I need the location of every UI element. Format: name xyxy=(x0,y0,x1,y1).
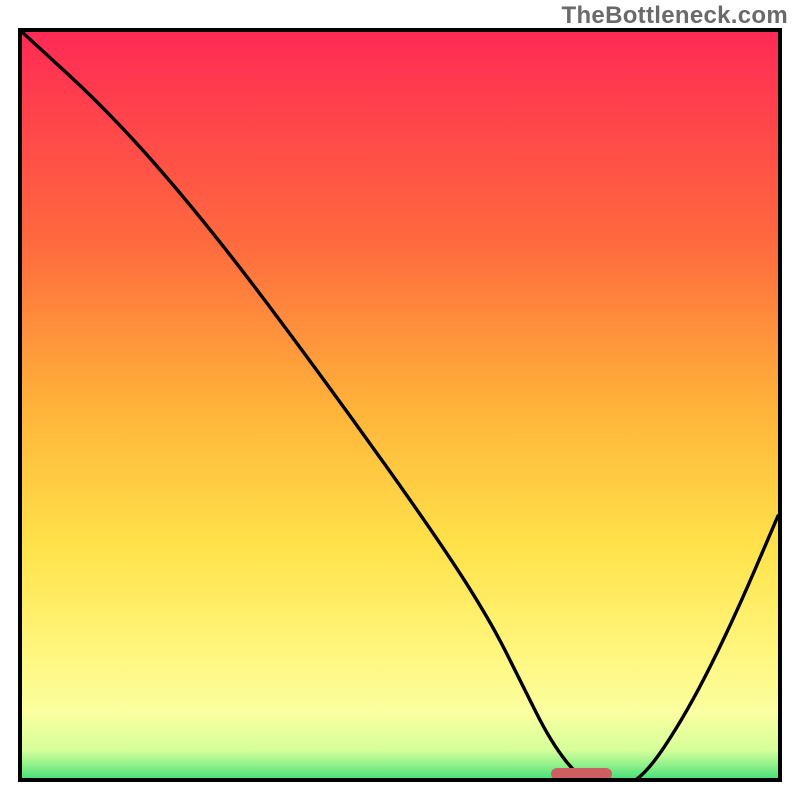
optimal-range-marker xyxy=(551,768,611,780)
chart-frame: TheBottleneck.com xyxy=(0,0,800,800)
bottleneck-curve xyxy=(22,32,778,782)
plot-area xyxy=(18,28,782,782)
watermark-text: TheBottleneck.com xyxy=(562,2,788,30)
